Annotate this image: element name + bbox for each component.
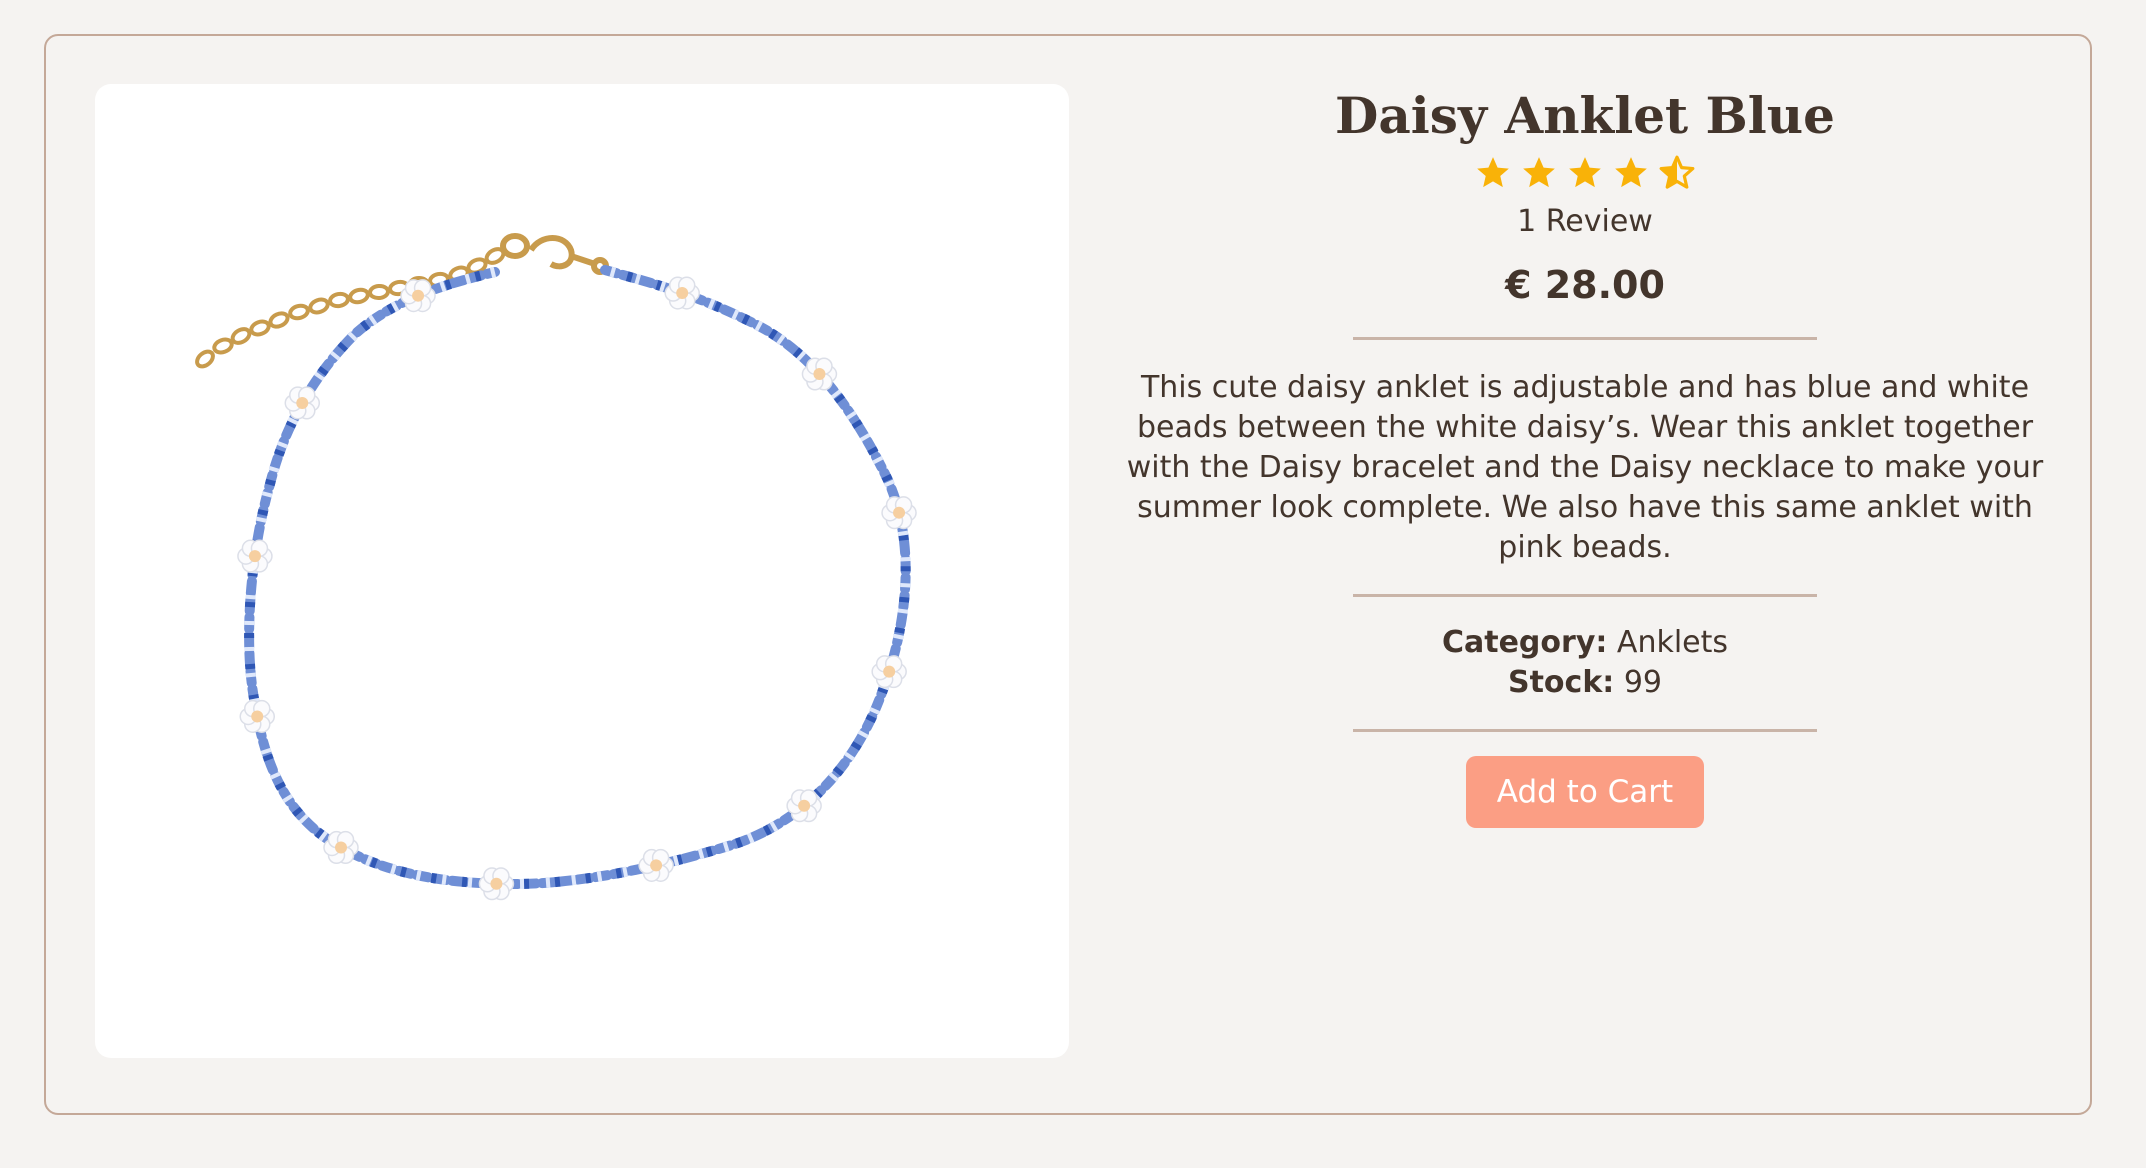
daisy-bead bbox=[801, 357, 838, 391]
add-to-cart-button[interactable]: Add to Cart bbox=[1466, 756, 1704, 828]
star-full-icon bbox=[1615, 157, 1647, 188]
category-label: Category: bbox=[1441, 625, 1608, 660]
divider bbox=[1353, 729, 1817, 732]
product-description: This cute daisy anklet is adjustable and… bbox=[1126, 370, 2044, 565]
star-full-icon bbox=[1569, 157, 1601, 188]
star-rating bbox=[1120, 154, 2050, 194]
daisy-bead bbox=[638, 848, 674, 882]
category-value[interactable]: Anklets bbox=[1617, 625, 1728, 660]
star-full-icon bbox=[1523, 157, 1555, 188]
product-info: Daisy Anklet Blue 1 Review € 28.00 This … bbox=[1120, 86, 2050, 828]
daisy-bead bbox=[871, 655, 907, 689]
product-card: Daisy Anklet Blue 1 Review € 28.00 This … bbox=[44, 34, 2092, 1115]
daisy-bead bbox=[284, 386, 321, 420]
star-half-icon bbox=[1659, 155, 1695, 189]
daisy-bead bbox=[400, 279, 436, 313]
star-full-icon bbox=[1477, 157, 1509, 188]
daisy-bead bbox=[239, 699, 276, 733]
divider bbox=[1353, 337, 1817, 340]
anklet-image bbox=[195, 233, 917, 901]
product-image bbox=[95, 84, 1069, 1058]
category-row: Category: Anklets bbox=[1120, 623, 2050, 663]
product-meta: Category: Anklets Stock: 99 bbox=[1120, 623, 2050, 703]
product-title: Daisy Anklet Blue bbox=[1335, 86, 1835, 145]
daisy-bead bbox=[786, 789, 822, 823]
daisy-bead bbox=[237, 539, 273, 573]
divider bbox=[1353, 594, 1817, 597]
review-count[interactable]: 1 Review bbox=[1120, 204, 2050, 239]
daisy-bead bbox=[881, 496, 917, 530]
stock-value: 99 bbox=[1623, 665, 1663, 700]
stock-row: Stock: 99 bbox=[1120, 663, 2050, 703]
daisy-bead bbox=[478, 867, 515, 901]
daisy-bead bbox=[323, 830, 359, 865]
daisy-bead bbox=[664, 276, 700, 310]
stock-label: Stock: bbox=[1507, 665, 1615, 700]
product-price: € 28.00 bbox=[1505, 263, 1665, 307]
